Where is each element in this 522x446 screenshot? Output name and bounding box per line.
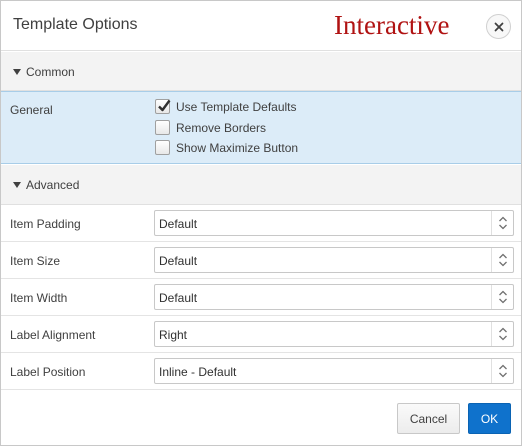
label-alignment-label: Label Alignment — [10, 328, 96, 342]
dialog-footer: Cancel OK — [1, 391, 521, 445]
advanced-section-label: Advanced — [26, 178, 80, 192]
item-size-select[interactable]: Default — [154, 247, 514, 273]
select-arrows-icon — [491, 322, 513, 346]
dialog-title: Template Options — [13, 16, 138, 33]
item-padding-row: Item Padding Default — [1, 205, 521, 242]
item-width-value: Default — [159, 291, 198, 305]
ok-button[interactable]: OK — [468, 403, 511, 434]
label-position-value: Inline - Default — [159, 365, 237, 379]
label-alignment-value: Right — [159, 328, 188, 342]
select-arrows-icon — [491, 248, 513, 272]
common-section-header[interactable]: Common — [1, 52, 521, 91]
label-position-row: Label Position Inline - Default — [1, 353, 521, 390]
advanced-section-header[interactable]: Advanced — [1, 165, 521, 205]
item-size-row: Item Size Default — [1, 242, 521, 279]
label-position-label: Label Position — [10, 365, 86, 379]
collapse-triangle-icon — [13, 182, 21, 188]
select-arrows-icon — [491, 285, 513, 309]
show-maximize-button-checkbox-row[interactable]: Show Maximize Button — [155, 140, 298, 155]
use-template-defaults-checkbox[interactable] — [155, 99, 171, 114]
common-section-label: Common — [26, 65, 75, 79]
label-position-select[interactable]: Inline - Default — [154, 358, 514, 384]
item-size-label: Item Size — [10, 254, 61, 268]
collapse-triangle-icon — [13, 69, 21, 75]
interactive-watermark: Interactive — [334, 10, 450, 40]
show-maximize-button-label: Show Maximize Button — [176, 140, 299, 155]
item-width-label: Item Width — [10, 291, 68, 305]
general-group: General Use Template Defaults Remove Bor… — [1, 91, 521, 164]
item-padding-select[interactable]: Default — [154, 210, 514, 236]
general-label: General — [10, 103, 53, 117]
item-width-select[interactable]: Default — [154, 284, 514, 310]
label-alignment-row: Label Alignment Right — [1, 316, 521, 353]
item-padding-value: Default — [159, 217, 198, 231]
show-maximize-button-checkbox[interactable] — [155, 140, 170, 155]
template-options-dialog: Template Options Interactive Common Gene… — [0, 0, 522, 446]
item-padding-label: Item Padding — [10, 217, 81, 231]
remove-borders-checkbox[interactable] — [155, 120, 170, 135]
item-width-row: Item Width Default — [1, 279, 521, 316]
checkmark-icon — [158, 99, 171, 112]
remove-borders-checkbox-row[interactable]: Remove Borders — [155, 120, 266, 135]
select-arrows-icon — [491, 211, 513, 235]
dialog-titlebar: Template Options Interactive — [1, 1, 521, 51]
label-alignment-select[interactable]: Right — [154, 321, 514, 347]
use-template-defaults-label: Use Template Defaults — [176, 99, 297, 114]
item-size-value: Default — [159, 254, 198, 268]
close-icon — [494, 22, 503, 31]
select-arrows-icon — [491, 359, 513, 383]
use-template-defaults-checkbox-row[interactable]: Use Template Defaults — [155, 99, 297, 114]
remove-borders-label: Remove Borders — [176, 120, 267, 135]
close-button[interactable] — [486, 14, 511, 39]
cancel-button[interactable]: Cancel — [397, 403, 460, 434]
